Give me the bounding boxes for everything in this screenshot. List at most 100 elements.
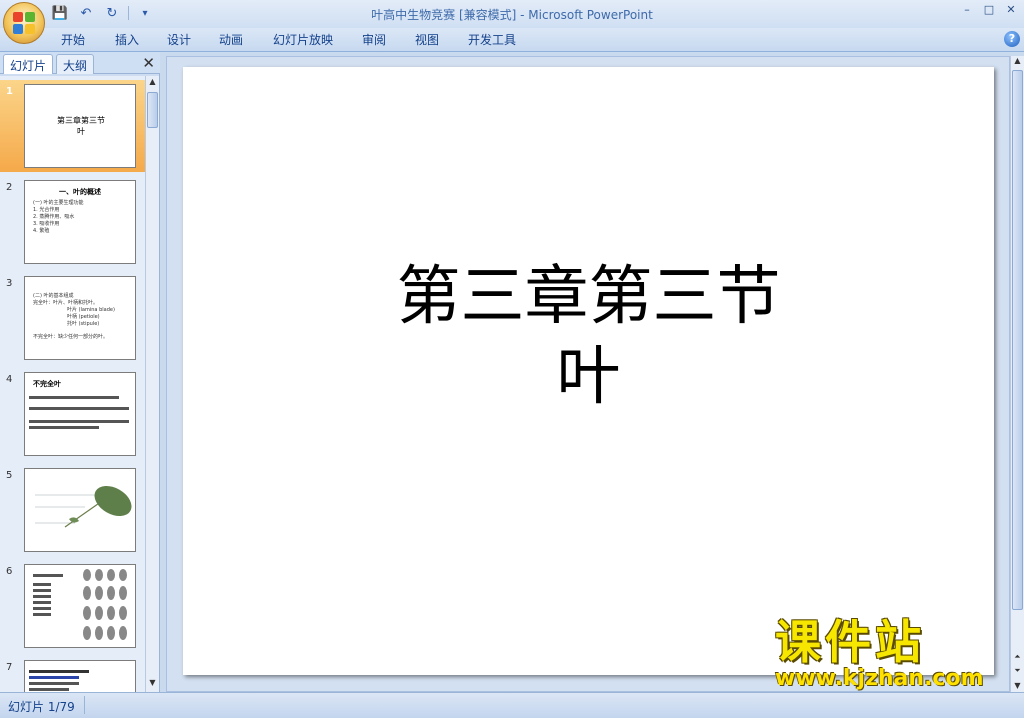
window-controls: – □ ✕ xyxy=(960,3,1018,16)
qat-separator xyxy=(128,6,129,20)
tab-insert[interactable]: 插入 xyxy=(115,31,139,48)
slide-thumbnail-5[interactable]: 5 xyxy=(0,464,146,556)
slide-counter: 幻灯片 1/79 xyxy=(8,700,75,714)
text-placeholder xyxy=(29,407,129,410)
close-button[interactable]: ✕ xyxy=(1004,3,1018,16)
slide-preview: (二) 叶的基本组成 完全叶：叶片、叶柄和托叶。 叶片 (lamina blad… xyxy=(24,276,136,360)
slide-preview-line: 不完全叶：缺少任何一部分的叶。 xyxy=(33,334,109,340)
customize-qat-icon[interactable]: ▾ xyxy=(135,4,155,22)
scrollbar-thumb[interactable] xyxy=(1012,70,1023,610)
slide-title-line-2: 叶 xyxy=(556,340,621,414)
scroll-down-icon[interactable]: ▼ xyxy=(146,678,159,691)
tab-outline[interactable]: 大纲 xyxy=(56,54,95,74)
minimize-button[interactable]: – xyxy=(960,3,974,16)
tab-home[interactable]: 开始 xyxy=(61,31,85,48)
slide-thumbnail-2[interactable]: 2 一、叶的概述 (一) 叶的主要生理功能 1. 光合作用 2. 蒸腾作用、吸水… xyxy=(0,176,146,268)
watermark-url: www.kjzhan.com xyxy=(775,666,984,691)
text-placeholder xyxy=(29,396,119,399)
scrollbar-thumb[interactable] xyxy=(147,92,158,128)
undo-icon[interactable]: ↶ xyxy=(76,4,96,22)
slide-preview xyxy=(24,660,136,692)
scroll-up-icon[interactable]: ▲ xyxy=(1011,56,1024,65)
tab-slide-show[interactable]: 幻灯片放映 xyxy=(273,31,333,48)
slide-preview-line: (二) 叶的基本组成 xyxy=(33,293,74,299)
slide-preview-heading: 一、叶的概述 xyxy=(59,188,101,196)
title-bar: 💾 ↶ ↻ ▾ 叶高中生物竞赛 [兼容模式] - Microsoft Power… xyxy=(0,0,1024,28)
close-pane-icon[interactable]: ✕ xyxy=(142,54,155,72)
slide-preview xyxy=(24,468,136,552)
thumbnail-scrollbar[interactable]: ▲ ▼ xyxy=(145,76,159,692)
slide-preview-line: 完全叶：叶片、叶柄和托叶。 xyxy=(33,300,99,306)
text-placeholder xyxy=(29,426,99,429)
slide-thumbnail-1[interactable]: 1 第三章第三节 叶 xyxy=(0,80,146,172)
slide-number: 3 xyxy=(6,278,13,289)
text-placeholder xyxy=(33,583,51,586)
workspace: 幻灯片 大纲 ✕ 1 第三章第三节 叶 2 一、叶的概述 (一) 叶的主要生理功… xyxy=(0,52,1024,692)
status-bar: 幻灯片 1/79 xyxy=(0,692,1024,718)
text-placeholder xyxy=(33,589,51,592)
slide-preview-title: 第三章第三节 叶 xyxy=(57,116,105,136)
slide-title[interactable]: 第三章第三节 叶 xyxy=(183,257,994,417)
status-separator xyxy=(84,696,85,714)
leaf-illustration-icon xyxy=(35,485,132,528)
ribbon-tab-bar: 开始 插入 设计 动画 幻灯片放映 审阅 视图 开发工具 ? xyxy=(0,28,1024,52)
previous-slide-icon[interactable]: ⏶ xyxy=(1011,652,1024,662)
restore-button[interactable]: □ xyxy=(982,3,996,16)
slide-preview-line: 4. 繁殖 xyxy=(33,228,50,234)
office-logo-icon xyxy=(13,12,35,34)
text-placeholder xyxy=(33,601,51,604)
slide-preview-line: (一) 叶的主要生理功能 xyxy=(33,200,84,206)
watermark-logo: 课件站 www.kjzhan.com xyxy=(775,616,1007,694)
slide-preview: 第三章第三节 叶 xyxy=(24,84,136,168)
slide-preview-line: 1. 光合作用 xyxy=(33,207,60,213)
tab-slides[interactable]: 幻灯片 xyxy=(3,54,54,74)
tab-review[interactable]: 审阅 xyxy=(362,31,386,48)
scroll-up-icon[interactable]: ▲ xyxy=(146,77,159,90)
text-placeholder xyxy=(29,670,89,673)
slide-editor: 第三章第三节 叶 xyxy=(166,56,1010,692)
slide-preview-line: 托叶 (stipule) xyxy=(67,321,100,327)
text-placeholder xyxy=(33,607,51,610)
tab-animations[interactable]: 动画 xyxy=(219,31,243,48)
tab-developer[interactable]: 开发工具 xyxy=(468,31,516,48)
text-placeholder xyxy=(33,613,51,616)
redo-icon[interactable]: ↻ xyxy=(102,4,122,22)
current-slide[interactable]: 第三章第三节 叶 xyxy=(183,67,994,675)
quick-access-toolbar: 💾 ↶ ↻ ▾ xyxy=(50,4,155,22)
help-icon[interactable]: ? xyxy=(1004,31,1020,47)
slide-thumbnail-3[interactable]: 3 (二) 叶的基本组成 完全叶：叶片、叶柄和托叶。 叶片 (lamina bl… xyxy=(0,272,146,364)
watermark-title: 课件站 xyxy=(775,615,925,669)
text-placeholder xyxy=(29,676,79,679)
slide-preview xyxy=(24,564,136,648)
slide-thumbnail-list: 1 第三章第三节 叶 2 一、叶的概述 (一) 叶的主要生理功能 1. 光合作用… xyxy=(0,76,146,692)
tab-design[interactable]: 设计 xyxy=(167,31,191,48)
slide-preview-line: 叶片 (lamina blade) xyxy=(67,307,115,313)
text-placeholder xyxy=(29,688,69,691)
slide-preview: 不完全叶 xyxy=(24,372,136,456)
slide-thumbnail-7[interactable]: 7 xyxy=(0,656,146,692)
slides-pane: 幻灯片 大纲 ✕ 1 第三章第三节 叶 2 一、叶的概述 (一) 叶的主要生理功… xyxy=(0,52,160,692)
slide-number: 6 xyxy=(6,566,13,577)
slide-preview-line: 2. 蒸腾作用、吸水 xyxy=(33,214,75,220)
scroll-down-icon[interactable]: ▼ xyxy=(1011,681,1024,690)
slide-preview: 一、叶的概述 (一) 叶的主要生理功能 1. 光合作用 2. 蒸腾作用、吸水 3… xyxy=(24,180,136,264)
leaf-shapes-icon xyxy=(83,569,127,640)
text-placeholder xyxy=(33,574,63,577)
slide-thumbnail-4[interactable]: 4 不完全叶 xyxy=(0,368,146,460)
text-placeholder xyxy=(29,682,79,685)
slide-preview-line: 叶柄 (petiole) xyxy=(67,314,100,320)
slide-number: 2 xyxy=(6,182,13,193)
slide-number: 7 xyxy=(6,662,13,673)
office-button[interactable] xyxy=(3,2,45,44)
tab-view[interactable]: 视图 xyxy=(415,31,439,48)
slide-scrollbar[interactable]: ▲ ⏶ ⏷ ▼ xyxy=(1010,56,1024,692)
text-placeholder xyxy=(29,420,129,423)
pane-tab-bar: 幻灯片 大纲 ✕ xyxy=(0,52,160,74)
slide-number: 5 xyxy=(6,470,13,481)
text-placeholder xyxy=(33,595,51,598)
next-slide-icon[interactable]: ⏷ xyxy=(1011,666,1024,676)
slide-thumbnail-6[interactable]: 6 xyxy=(0,560,146,652)
slide-number: 1 xyxy=(6,86,13,97)
slide-number: 4 xyxy=(6,374,13,385)
save-icon[interactable]: 💾 xyxy=(50,4,70,22)
